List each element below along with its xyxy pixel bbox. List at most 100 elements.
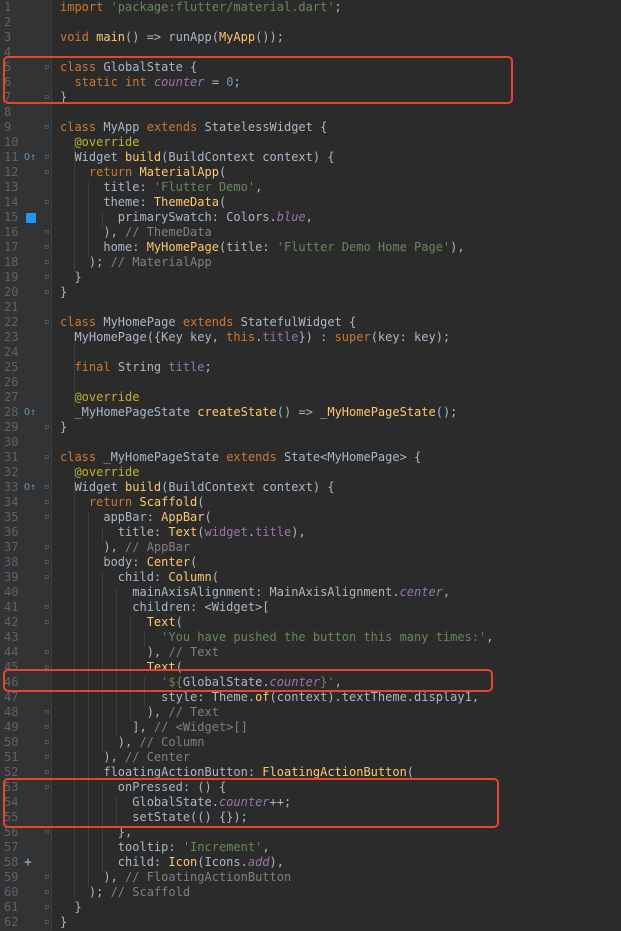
- override-up-arrow-icon[interactable]: O↑: [24, 150, 40, 165]
- override-up-arrow-icon[interactable]: O↑: [24, 405, 40, 420]
- code-editor[interactable]: 1 import 'package:flutter/material.dart';…: [0, 0, 621, 931]
- code-line[interactable]: 2: [0, 15, 621, 30]
- code-line[interactable]: 16 ▫ ), // ThemeData: [0, 225, 621, 240]
- code-text: }: [60, 900, 81, 915]
- fold-marker-icon[interactable]: ▫: [44, 285, 52, 300]
- fold-marker-icon[interactable]: ▫: [44, 480, 52, 495]
- line-number: 1: [4, 0, 12, 14]
- code-line[interactable]: 32 @override: [0, 465, 621, 480]
- fold-marker-icon[interactable]: ▫: [44, 150, 52, 165]
- code-line[interactable]: 29 ▫}: [0, 420, 621, 435]
- code-line[interactable]: 8: [0, 105, 621, 120]
- line-number: 22: [4, 315, 19, 329]
- code-line[interactable]: 39 ▫ child: Column(: [0, 570, 621, 585]
- fold-marker-icon[interactable]: ▫: [44, 705, 52, 720]
- override-up-arrow-icon[interactable]: O↑: [24, 480, 40, 495]
- code-line[interactable]: 47 style: Theme.of(context).textTheme.di…: [0, 690, 621, 705]
- code-line[interactable]: 10 @override: [0, 135, 621, 150]
- code-line[interactable]: 13 title: 'Flutter Demo',: [0, 180, 621, 195]
- code-line[interactable]: 20 ▫}: [0, 285, 621, 300]
- code-line[interactable]: 36 title: Text(widget.title),: [0, 525, 621, 540]
- code-line[interactable]: 24: [0, 345, 621, 360]
- code-line[interactable]: 27 @override: [0, 390, 621, 405]
- code-line[interactable]: 28 O↑ _MyHomePageState createState() => _…: [0, 405, 621, 420]
- code-line[interactable]: 12 ▫ return MaterialApp(: [0, 165, 621, 180]
- code-line[interactable]: 9 ▫ class MyApp extends StatelessWidget {: [0, 120, 621, 135]
- code-line[interactable]: 57 tooltip: 'Increment',: [0, 840, 621, 855]
- code-line[interactable]: 61 ▫ }: [0, 900, 621, 915]
- code-line[interactable]: 18 ▫ ); // MaterialApp: [0, 255, 621, 270]
- fold-marker-icon[interactable]: ▫: [44, 240, 52, 255]
- code-line[interactable]: 48 ▫ ), // Text: [0, 705, 621, 720]
- fold-marker-icon[interactable]: ▫: [44, 540, 52, 555]
- code-token: 'You have pushed the button this many ti…: [161, 630, 487, 644]
- code-line[interactable]: 14 ▫ theme: ThemeData(: [0, 195, 621, 210]
- plus-material-icon[interactable]: +: [24, 855, 40, 870]
- fold-marker-icon[interactable]: ▫: [44, 510, 52, 525]
- code-line[interactable]: 35 ▫ appBar: AppBar(: [0, 510, 621, 525]
- code-line[interactable]: 62 ▫}: [0, 915, 621, 930]
- code-text: theme: ThemeData(: [60, 195, 226, 210]
- code-line[interactable]: 34 ▫ return Scaffold(: [0, 495, 621, 510]
- code-line[interactable]: 19 ▫ }: [0, 270, 621, 285]
- code-line[interactable]: 43 'You have pushed the button this many…: [0, 630, 621, 645]
- code-line[interactable]: 25 final String title;: [0, 360, 621, 375]
- fold-marker-icon[interactable]: ▫: [44, 600, 52, 615]
- code-line[interactable]: 59 ▫ ), // FloatingActionButton: [0, 870, 621, 885]
- fold-marker-icon[interactable]: ▫: [44, 720, 52, 735]
- line-number: 35: [4, 510, 19, 524]
- fold-marker-icon[interactable]: ▫: [44, 735, 52, 750]
- code-text: Text(: [60, 615, 183, 630]
- code-token: // Text: [168, 645, 219, 659]
- code-line[interactable]: 26: [0, 375, 621, 390]
- code-line[interactable]: 17 ▫ home: MyHomePage(title: 'Flutter Dem…: [0, 240, 621, 255]
- fold-marker-icon[interactable]: ▫: [44, 450, 52, 465]
- code-line[interactable]: 41 ▫ children: <Widget>[: [0, 600, 621, 615]
- fold-marker-icon[interactable]: ▫: [44, 915, 52, 930]
- code-line[interactable]: 50 ▫ ), // Column: [0, 735, 621, 750]
- code-line[interactable]: 60 ▫ ); // Scaffold: [0, 885, 621, 900]
- fold-marker-icon[interactable]: ▫: [44, 315, 52, 330]
- fold-marker-icon[interactable]: ▫: [44, 225, 52, 240]
- fold-marker-icon[interactable]: ▫: [44, 120, 52, 135]
- fold-marker-icon[interactable]: ▫: [44, 195, 52, 210]
- code-token: mainAxisAlignment: MainAxisAlignment.: [60, 585, 400, 599]
- code-line[interactable]: 33 O↑ ▫ Widget build(BuildContext context)…: [0, 480, 621, 495]
- code-line[interactable]: 1 import 'package:flutter/material.dart';: [0, 0, 621, 15]
- code-token: import: [60, 0, 111, 14]
- code-token: ());: [255, 30, 284, 44]
- code-line[interactable]: 58 + child: Icon(Icons.add),: [0, 855, 621, 870]
- code-line[interactable]: 22 ▫ class MyHomePage extends StatefulWidg…: [0, 315, 621, 330]
- fold-marker-icon[interactable]: ▫: [44, 255, 52, 270]
- fold-marker-icon[interactable]: ▫: [44, 750, 52, 765]
- fold-marker-icon[interactable]: ▫: [44, 270, 52, 285]
- code-line[interactable]: 23 MyHomePage({Key key, this.title}) : s…: [0, 330, 621, 345]
- code-line[interactable]: 51 ▫ ), // Center: [0, 750, 621, 765]
- fold-marker-icon[interactable]: ▫: [44, 900, 52, 915]
- line-number: 28: [4, 405, 19, 419]
- fold-marker-icon[interactable]: ▫: [44, 555, 52, 570]
- code-line[interactable]: 31 ▫ class _MyHomePageState extends State<…: [0, 450, 621, 465]
- code-line[interactable]: 11 O↑ ▫ Widget build(BuildContext context)…: [0, 150, 621, 165]
- code-line[interactable]: 40 mainAxisAlignment: MainAxisAlignment.…: [0, 585, 621, 600]
- code-line[interactable]: 42 ▫ Text(: [0, 615, 621, 630]
- code-line[interactable]: 3 void main() => runApp(MyApp());: [0, 30, 621, 45]
- code-line[interactable]: 30: [0, 435, 621, 450]
- color-swatch-icon[interactable]: [26, 213, 36, 223]
- fold-marker-icon[interactable]: ▫: [44, 615, 52, 630]
- code-line[interactable]: 37 ▫ ), // AppBar: [0, 540, 621, 555]
- code-line[interactable]: 44 ▫ ), // Text: [0, 645, 621, 660]
- fold-marker-icon[interactable]: ▫: [44, 645, 52, 660]
- code-line[interactable]: 49 ▫ ], // <Widget>[]: [0, 720, 621, 735]
- fold-marker-icon[interactable]: ▫: [44, 165, 52, 180]
- code-line[interactable]: 21: [0, 300, 621, 315]
- fold-marker-icon[interactable]: ▫: [44, 870, 52, 885]
- fold-marker-icon[interactable]: ▫: [44, 420, 52, 435]
- code-line[interactable]: 38 ▫ body: Center(: [0, 555, 621, 570]
- fold-marker-icon[interactable]: ▫: [44, 495, 52, 510]
- code-token: Icon: [168, 855, 198, 869]
- fold-marker-icon[interactable]: ▫: [44, 885, 52, 900]
- code-token: ThemeData: [153, 195, 219, 209]
- code-line[interactable]: 15 primarySwatch: Colors.blue,: [0, 210, 621, 225]
- fold-marker-icon[interactable]: ▫: [44, 570, 52, 585]
